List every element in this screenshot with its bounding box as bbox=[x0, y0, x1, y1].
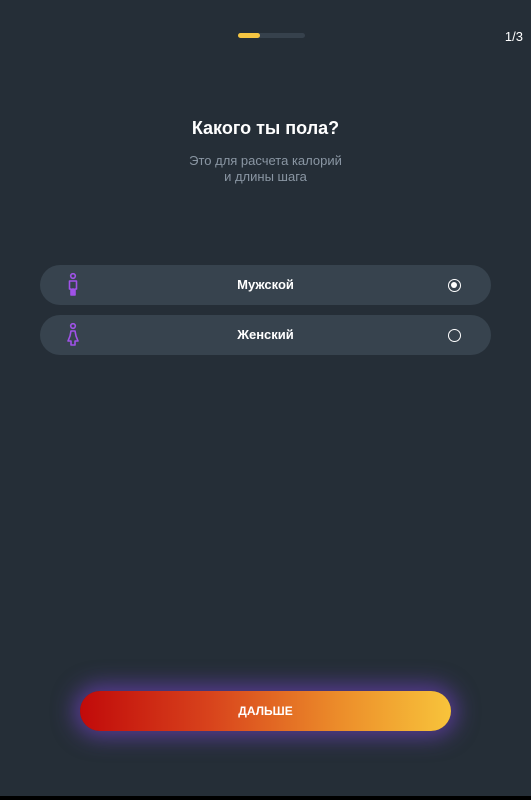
step-counter: 1/3 bbox=[504, 29, 523, 44]
radio-button[interactable] bbox=[448, 329, 461, 342]
screen: 1/3 Какого ты пола? Это для расчета кало… bbox=[0, 0, 531, 796]
option-label: Женский bbox=[237, 327, 294, 342]
radio-button[interactable] bbox=[448, 279, 461, 292]
radio-selected-dot bbox=[451, 282, 457, 288]
subtitle-line-1: Это для расчета калорий bbox=[189, 153, 342, 168]
subtitle-line-2: и длины шага bbox=[224, 169, 307, 184]
option-label: Мужской bbox=[237, 277, 294, 292]
option-female[interactable]: Женский bbox=[40, 315, 491, 355]
system-bottom-bar bbox=[0, 796, 531, 800]
progress-bar bbox=[238, 33, 305, 38]
option-male[interactable]: Мужской bbox=[40, 265, 491, 305]
progress-fill bbox=[238, 33, 261, 38]
next-button[interactable]: ДАЛЬШЕ bbox=[80, 691, 451, 731]
page-subtitle: Это для расчета калорий и длины шага bbox=[0, 153, 531, 185]
page-title: Какого ты пола? bbox=[191, 118, 340, 138]
